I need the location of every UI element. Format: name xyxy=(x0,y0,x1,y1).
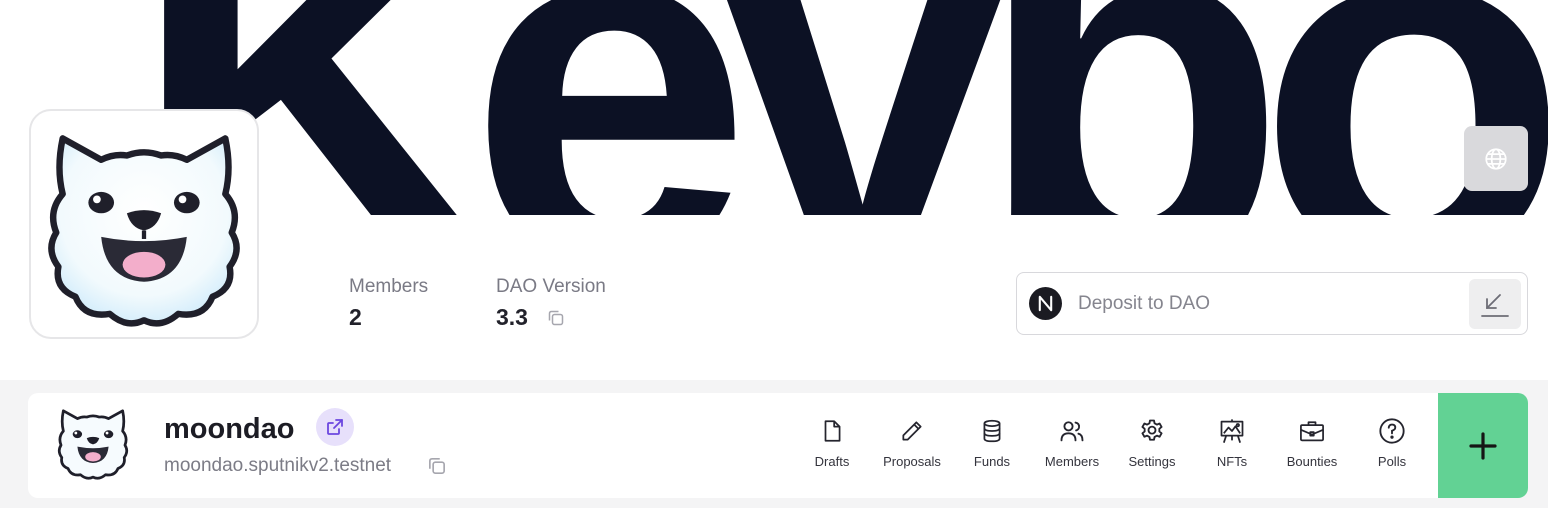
nav-drafts[interactable]: Drafts xyxy=(792,417,872,469)
plus-icon xyxy=(1469,431,1497,460)
banner-text: Kevbo xyxy=(130,0,1548,215)
create-proposal-button[interactable] xyxy=(1438,393,1528,498)
dao-avatar xyxy=(29,109,259,339)
dao-header: Kevbo xyxy=(0,0,1548,380)
pencil-icon xyxy=(902,421,922,441)
globe-icon xyxy=(1485,147,1507,170)
near-logo-icon xyxy=(1029,287,1062,320)
external-link-button[interactable] xyxy=(316,408,354,446)
nav-proposals[interactable]: Proposals xyxy=(872,417,952,469)
copy-icon xyxy=(429,458,445,474)
members-stat: Members 2 xyxy=(349,276,428,331)
version-label: DAO Version xyxy=(496,276,606,297)
copy-address-button[interactable] xyxy=(426,455,448,482)
nav-settings-label: Settings xyxy=(1128,454,1176,469)
nav-nfts[interactable]: NFTs xyxy=(1192,417,1272,469)
members-count: 2 xyxy=(349,304,362,330)
nav-members[interactable]: Members xyxy=(1032,417,1112,469)
dao-address: moondao.sputnikv2.testnet xyxy=(164,455,392,476)
website-button[interactable] xyxy=(1464,126,1528,191)
question-icon xyxy=(1379,418,1405,444)
version-stat: DAO Version 3.3 xyxy=(496,276,606,333)
nav-bounties-label: Bounties xyxy=(1286,454,1338,469)
version-value: 3.3 xyxy=(496,304,528,330)
dao-navbar: moondao moondao.sputnikv2.testnet Drafts… xyxy=(28,393,1528,498)
nav-settings[interactable]: Settings xyxy=(1112,417,1192,469)
copy-icon xyxy=(549,311,564,326)
dog-logo-icon xyxy=(48,135,240,327)
copy-version-button[interactable] xyxy=(546,308,566,333)
nav-bounties[interactable]: Bounties xyxy=(1272,417,1352,469)
file-icon xyxy=(824,420,841,442)
coins-icon xyxy=(983,419,1001,443)
briefcase-icon xyxy=(1300,421,1324,442)
nav-members-label: Members xyxy=(1044,454,1100,469)
users-icon xyxy=(1060,421,1084,442)
dog-logo-icon xyxy=(57,409,129,480)
nav-funds-label: Funds xyxy=(973,454,1011,469)
nav-drafts-label: Drafts xyxy=(814,454,850,469)
nav-polls[interactable]: Polls xyxy=(1352,417,1432,469)
nav-nfts-label: NFTs xyxy=(1216,454,1248,469)
deposit-button[interactable] xyxy=(1469,278,1521,329)
nav-polls-label: Polls xyxy=(1377,454,1407,469)
easel-icon xyxy=(1220,419,1244,443)
members-label: Members xyxy=(349,276,429,297)
gear-icon xyxy=(1141,419,1163,441)
nav-proposals-label: Proposals xyxy=(883,454,941,469)
dao-name: moondao xyxy=(164,413,295,445)
deposit-label: Deposit to DAO xyxy=(1078,292,1210,314)
deposit-widget[interactable]: Deposit to DAO xyxy=(1016,272,1528,335)
nav-funds[interactable]: Funds xyxy=(952,417,1032,469)
external-link-icon xyxy=(327,419,343,435)
dao-avatar-small[interactable] xyxy=(54,403,132,481)
arrow-down-left-icon xyxy=(1481,293,1509,317)
